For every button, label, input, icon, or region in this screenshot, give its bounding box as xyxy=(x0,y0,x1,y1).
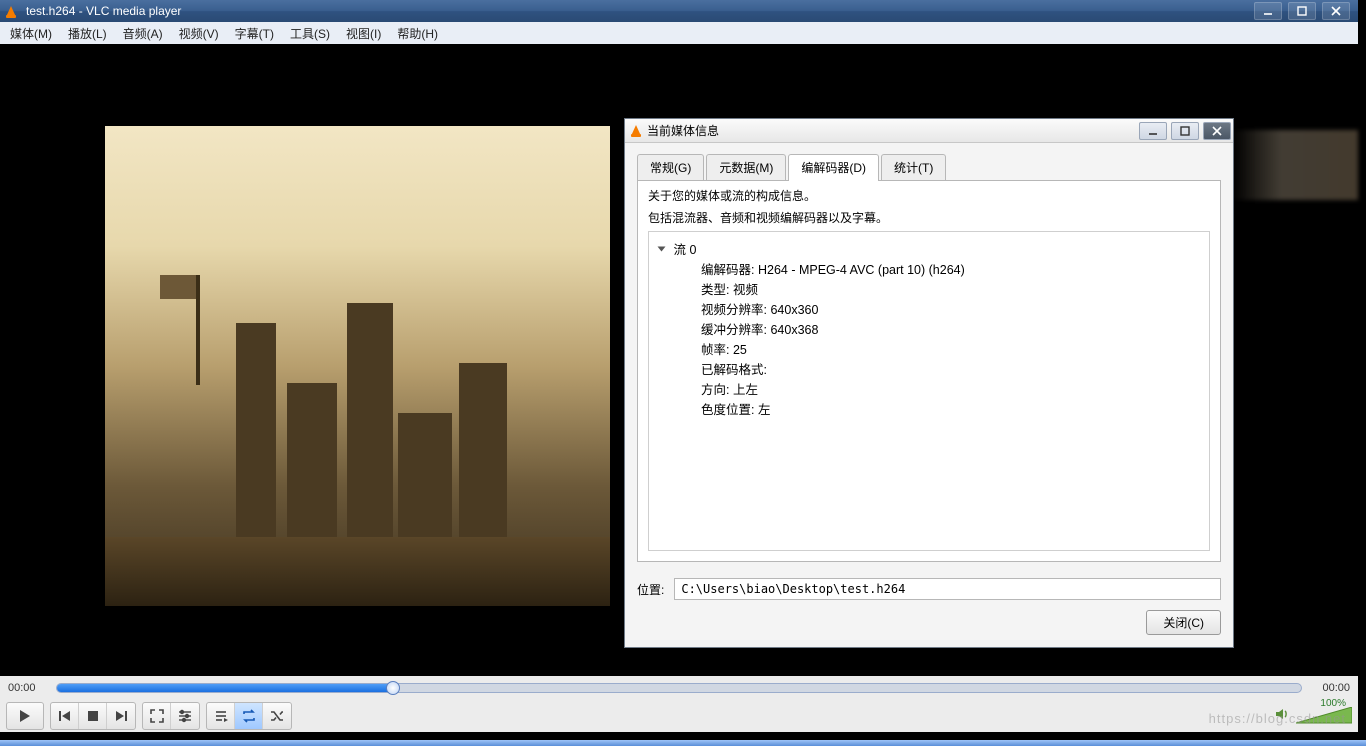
playlist-button[interactable] xyxy=(207,703,235,729)
volume-slider[interactable]: 100% xyxy=(1296,707,1352,725)
volume-percent: 100% xyxy=(1320,698,1346,709)
menu-audio[interactable]: 音频(A) xyxy=(115,23,171,44)
dialog-close-action-button[interactable]: 关闭(C) xyxy=(1146,610,1221,635)
tab-codec[interactable]: 编解码器(D) xyxy=(788,154,879,180)
next-button[interactable] xyxy=(107,703,135,729)
dialog-tabstrip: 常规(G) 元数据(M) 编解码器(D) 统计(T) xyxy=(637,154,1221,181)
video-frame xyxy=(105,126,610,606)
loop-button[interactable] xyxy=(235,703,263,729)
menu-help[interactable]: 帮助(H) xyxy=(389,23,446,44)
codec-desc-2: 包括混流器、音频和视频编解码器以及字幕。 xyxy=(648,209,1210,227)
ext-settings-button[interactable] xyxy=(171,703,199,729)
tree-expand-icon[interactable] xyxy=(658,247,666,252)
speaker-icon[interactable] xyxy=(1274,706,1290,727)
maximize-button[interactable] xyxy=(1288,2,1316,20)
vlc-cone-icon xyxy=(6,4,20,18)
kv-fps: 帧率: 25 xyxy=(701,340,1199,360)
kv-chroma: 色度位置: 左 xyxy=(701,400,1199,420)
tab-general[interactable]: 常规(G) xyxy=(637,154,704,180)
menu-playback[interactable]: 播放(L) xyxy=(60,23,115,44)
dialog-title: 当前媒体信息 xyxy=(647,122,1137,139)
dialog-titlebar: 当前媒体信息 xyxy=(625,119,1233,143)
kv-buffer-res: 缓冲分辨率: 640x368 xyxy=(701,320,1199,340)
kv-codec: 编解码器: H264 - MPEG-4 AVC (part 10) (h264) xyxy=(701,260,1199,280)
tab-content-codec: 关于您的媒体或流的构成信息。 包括混流器、音频和视频编解码器以及字幕。 流 0 … xyxy=(637,180,1221,562)
menubar: 媒体(M) 播放(L) 音频(A) 视频(V) 字幕(T) 工具(S) 视图(I… xyxy=(0,22,1358,44)
menu-video[interactable]: 视频(V) xyxy=(171,23,227,44)
main-window-title: test.h264 - VLC media player xyxy=(26,4,1251,18)
codec-tree[interactable]: 流 0 编解码器: H264 - MPEG-4 AVC (part 10) (h… xyxy=(648,231,1210,551)
menu-media[interactable]: 媒体(M) xyxy=(2,23,60,44)
dialog-close-button[interactable] xyxy=(1203,122,1231,140)
taskbar-sliver xyxy=(0,740,1366,746)
seek-slider[interactable] xyxy=(56,683,1302,693)
time-elapsed: 00:00 xyxy=(8,682,48,694)
main-titlebar: test.h264 - VLC media player xyxy=(0,0,1358,22)
kv-type: 类型: 视频 xyxy=(701,280,1199,300)
menu-tools[interactable]: 工具(S) xyxy=(282,23,338,44)
shuffle-button[interactable] xyxy=(263,703,291,729)
play-button[interactable] xyxy=(7,703,43,729)
kv-orientation: 方向: 上左 xyxy=(701,380,1199,400)
menu-view[interactable]: 视图(I) xyxy=(338,23,389,44)
location-row: 位置: xyxy=(637,578,1221,600)
location-field[interactable] xyxy=(674,578,1221,600)
minimize-button[interactable] xyxy=(1254,2,1282,20)
media-info-dialog: 当前媒体信息 常规(G) 元数据(M) 编解码器(D) 统计(T) 关于您的媒体… xyxy=(624,118,1234,648)
vlc-cone-icon xyxy=(631,125,641,136)
tab-metadata[interactable]: 元数据(M) xyxy=(706,154,786,180)
close-button[interactable] xyxy=(1322,2,1350,20)
seek-row: 00:00 00:00 xyxy=(0,676,1358,700)
volume-area: 100% xyxy=(1274,706,1352,727)
video-edge-blur xyxy=(1230,130,1358,200)
location-label: 位置: xyxy=(637,581,664,598)
codec-desc-1: 关于您的媒体或流的构成信息。 xyxy=(648,187,1210,205)
tab-stats[interactable]: 统计(T) xyxy=(881,154,946,180)
stop-button[interactable] xyxy=(79,703,107,729)
control-bar: 100% xyxy=(0,700,1358,732)
dialog-minimize-button[interactable] xyxy=(1139,122,1167,140)
prev-button[interactable] xyxy=(51,703,79,729)
kv-video-res: 视频分辨率: 640x360 xyxy=(701,300,1199,320)
dialog-maximize-button[interactable] xyxy=(1171,122,1199,140)
stream-header-label: 流 0 xyxy=(673,243,696,257)
tree-stream-header[interactable]: 流 0 xyxy=(659,240,1199,260)
time-total: 00:00 xyxy=(1310,682,1350,694)
menu-subtitle[interactable]: 字幕(T) xyxy=(227,23,282,44)
fullscreen-button[interactable] xyxy=(143,703,171,729)
kv-decoded: 已解码格式: xyxy=(701,360,1199,380)
